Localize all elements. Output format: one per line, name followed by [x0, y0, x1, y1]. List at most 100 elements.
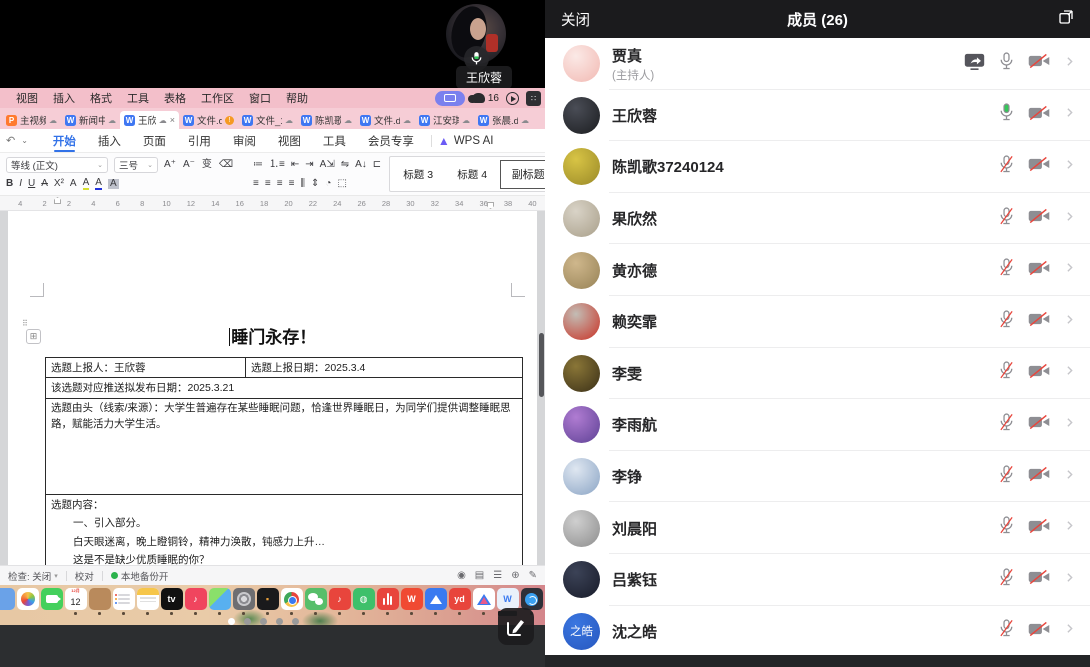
- chevron-right-icon[interactable]: [1063, 261, 1076, 279]
- camera-off-icon[interactable]: [1028, 569, 1050, 590]
- dock-docs-app[interactable]: [472, 588, 495, 618]
- dock-dark-app[interactable]: ▪: [256, 588, 279, 618]
- member-row[interactable]: 王欣蓉: [545, 90, 1090, 142]
- indent-marker-right[interactable]: [487, 202, 494, 209]
- detach-panel-icon[interactable]: [1058, 9, 1074, 30]
- close-button[interactable]: 关闭: [561, 9, 590, 30]
- web-view-icon[interactable]: ⊕: [511, 570, 519, 581]
- dock-netease-music[interactable]: ♪: [328, 588, 351, 618]
- bold-button[interactable]: B: [6, 179, 13, 189]
- highlight-button[interactable]: A: [83, 178, 90, 190]
- camera-off-icon[interactable]: [1028, 311, 1050, 332]
- char-outline-button[interactable]: A: [70, 179, 77, 189]
- align-right-button[interactable]: ≡: [277, 179, 283, 189]
- dock-wps[interactable]: W: [400, 588, 423, 618]
- presentation-eye-icon[interactable]: ◉: [457, 570, 466, 581]
- mic-muted-icon[interactable]: [998, 155, 1015, 179]
- camera-off-icon[interactable]: [1028, 621, 1050, 642]
- ribbon-tab[interactable]: 开始: [42, 129, 87, 152]
- menu-item[interactable]: 格式: [90, 90, 112, 106]
- mic-muted-icon[interactable]: [998, 413, 1015, 437]
- record-icon[interactable]: [506, 92, 519, 105]
- line-spacing-button[interactable]: ⇕: [311, 179, 319, 189]
- table-cell[interactable]: 该选题对应推送拟发布日期：2025.3.21: [46, 378, 523, 398]
- table-cell[interactable]: 选题上报人：王欣蓉: [46, 358, 246, 378]
- number-list-button[interactable]: ⒈≡: [269, 160, 285, 170]
- dock-settings-sphere[interactable]: [232, 588, 255, 618]
- dock-notes[interactable]: [136, 588, 159, 618]
- doc-tab[interactable]: W文件.d☁: [356, 111, 415, 129]
- chevron-right-icon[interactable]: [1063, 313, 1076, 331]
- distribute-button[interactable]: ⫼: [300, 179, 305, 189]
- camera-off-icon[interactable]: [1028, 53, 1050, 74]
- superscript-button[interactable]: X²: [54, 179, 64, 189]
- mic-muted-icon[interactable]: [998, 310, 1015, 334]
- border-button[interactable]: ⬚: [337, 179, 346, 189]
- doc-tab[interactable]: W文件_1☁: [238, 111, 297, 129]
- indent-increase-button[interactable]: ⇥: [305, 160, 313, 170]
- mic-muted-icon[interactable]: [998, 258, 1015, 282]
- align-center-button[interactable]: ≡: [265, 179, 271, 189]
- participants-indicator[interactable]: 16: [472, 93, 499, 104]
- menu-item[interactable]: 窗口: [249, 90, 271, 106]
- vertical-scrollbar[interactable]: [539, 333, 544, 397]
- menu-item[interactable]: 插入: [53, 90, 75, 106]
- chevron-right-icon[interactable]: [1063, 571, 1076, 589]
- underline-button[interactable]: U: [28, 179, 35, 189]
- chevron-right-icon[interactable]: [1063, 364, 1076, 382]
- wps-ai-tab[interactable]: ▲ WPS AI: [438, 134, 494, 148]
- menu-item[interactable]: 视图: [16, 90, 38, 106]
- sort-button[interactable]: A↓: [355, 160, 367, 170]
- dock-chrome[interactable]: [280, 588, 303, 618]
- chevron-right-icon[interactable]: [1063, 106, 1076, 124]
- member-row[interactable]: 李雨航: [545, 399, 1090, 451]
- camera-off-icon[interactable]: [1028, 414, 1050, 435]
- char-shading-button[interactable]: A: [108, 179, 119, 189]
- dock-netdisk[interactable]: [424, 588, 447, 618]
- font-name-select[interactable]: 等线 (正文) ⌄: [6, 157, 108, 173]
- menu-item[interactable]: 工作区: [201, 90, 234, 106]
- mic-muted-icon[interactable]: [998, 361, 1015, 385]
- mic-muted-icon[interactable]: [998, 568, 1015, 592]
- camera-off-icon[interactable]: [1028, 518, 1050, 539]
- text-direction-button[interactable]: ⇋: [341, 160, 349, 170]
- dock-appletv[interactable]: tv: [160, 588, 183, 618]
- ribbon-tab[interactable]: 审阅: [222, 129, 267, 152]
- dock-music[interactable]: ♪: [184, 588, 207, 618]
- table-select-icon[interactable]: ⊞: [26, 329, 41, 344]
- camera-off-icon[interactable]: [1028, 363, 1050, 384]
- mic-muted-icon[interactable]: [998, 465, 1015, 489]
- pen-icon[interactable]: ✎: [529, 570, 537, 581]
- increase-font-button[interactable]: A⁺: [164, 160, 176, 170]
- mic-muted-icon[interactable]: [998, 207, 1015, 231]
- member-row[interactable]: 吕紫钰: [545, 554, 1090, 606]
- italic-button[interactable]: I: [19, 179, 22, 189]
- ribbon-tab[interactable]: 视图: [267, 129, 312, 152]
- font-size-select[interactable]: 三号 ⌄: [114, 157, 158, 173]
- indent-decrease-button[interactable]: ⇤: [291, 160, 299, 170]
- ribbon-tab[interactable]: 页面: [132, 129, 177, 152]
- chevron-right-icon[interactable]: [1063, 416, 1076, 434]
- screen-share-indicator-button[interactable]: [435, 91, 465, 106]
- mic-muted-icon[interactable]: [998, 516, 1015, 540]
- style-item[interactable]: 标题 3: [392, 160, 444, 189]
- input-method-icon[interactable]: ∷: [526, 91, 541, 106]
- strikethrough-button[interactable]: A: [41, 179, 48, 189]
- dock-photos[interactable]: [16, 588, 39, 618]
- dock-wechat[interactable]: [304, 588, 327, 618]
- char-scale-button[interactable]: A⇲: [320, 160, 335, 170]
- outline-view-icon[interactable]: ☰: [493, 570, 502, 581]
- dock-calendar[interactable]: 12月12: [64, 588, 87, 618]
- chevron-right-icon[interactable]: [1063, 468, 1076, 486]
- table-drag-handle[interactable]: ⠿: [22, 319, 29, 328]
- doc-tab[interactable]: W文件.d!: [179, 111, 238, 129]
- page-view-icon[interactable]: ▤: [475, 570, 484, 581]
- align-left-button[interactable]: ≡: [253, 179, 259, 189]
- mic-muted-icon[interactable]: [998, 619, 1015, 643]
- doc-tab[interactable]: W张晨.d☁: [474, 111, 533, 129]
- annotation-pen-button[interactable]: [498, 608, 534, 645]
- member-row[interactable]: 赖奕霏: [545, 296, 1090, 348]
- proofread-button[interactable]: 校对: [75, 569, 94, 583]
- menu-item[interactable]: 表格: [164, 90, 186, 106]
- table-cell[interactable]: 选题上报日期：2025.3.4: [246, 358, 523, 378]
